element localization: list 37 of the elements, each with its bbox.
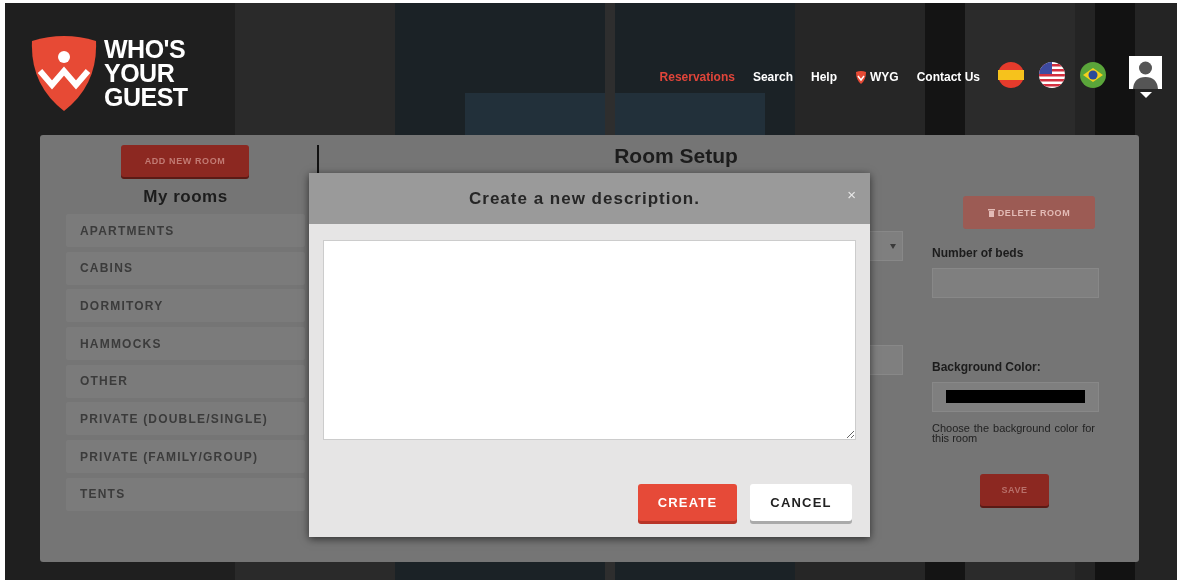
- nav-link[interactable]: Reservations: [659, 70, 735, 84]
- nav-link[interactable]: Contact Us: [916, 70, 980, 84]
- delete-room-button[interactable]: DELETE ROOM: [963, 196, 1095, 229]
- room-list-item[interactable]: CABINS: [66, 251, 305, 285]
- room-list-item[interactable]: PRIVATE (DOUBLE/SINGLE): [66, 402, 305, 436]
- room-list-item[interactable]: APARTMENTS: [66, 214, 305, 247]
- create-button[interactable]: CREATE: [638, 484, 737, 521]
- close-button[interactable]: ×: [847, 186, 856, 203]
- room-list-item[interactable]: OTHER: [66, 364, 305, 398]
- logo-text: WHO'S: [104, 37, 187, 61]
- save-button[interactable]: SAVE: [980, 474, 1049, 506]
- logo-text: GUEST: [104, 85, 188, 109]
- spain-flag-icon[interactable]: [998, 62, 1024, 88]
- section-title: My rooms: [143, 187, 228, 207]
- add-new-room-button[interactable]: ADD NEW ROOM: [121, 145, 249, 177]
- dialog-title: Create a new description.: [469, 188, 700, 209]
- nav-link[interactable]: WYG: [855, 70, 899, 84]
- nav-link[interactable]: Search: [752, 70, 793, 84]
- page-title: Room Setup: [614, 144, 738, 167]
- nav-link[interactable]: Help: [810, 70, 837, 84]
- avatar-icon[interactable]: [1129, 56, 1162, 89]
- room-list-item[interactable]: DORMITORY: [66, 289, 305, 323]
- description-field[interactable]: [323, 240, 856, 440]
- color-field[interactable]: [932, 382, 1099, 412]
- caret-icon[interactable]: [1139, 92, 1152, 98]
- room-list-item[interactable]: PRIVATE (FAMILY/GROUP): [66, 440, 305, 474]
- room-list-item[interactable]: TENTS: [66, 477, 305, 511]
- field-label: Background Color:: [932, 360, 1042, 374]
- shield-icon: [855, 70, 867, 84]
- field-label: Number of beds: [932, 246, 1025, 260]
- dropdown-arrow-icon: [890, 243, 896, 249]
- brazil-flag-icon[interactable]: [1080, 62, 1106, 88]
- help-text: Choose the background color for this room: [932, 423, 1096, 443]
- logo-text: YOUR: [104, 61, 176, 85]
- trash-icon: [987, 208, 995, 217]
- cancel-button[interactable]: CANCEL: [750, 484, 852, 521]
- room-list-item[interactable]: HAMMOCKS: [66, 327, 305, 361]
